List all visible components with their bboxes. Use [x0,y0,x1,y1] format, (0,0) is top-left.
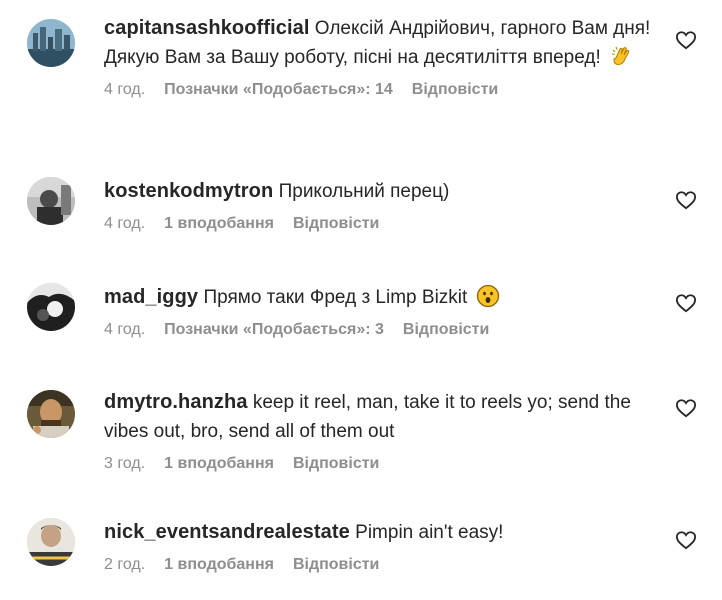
likes-count[interactable]: 1 вподобання [164,215,274,233]
timestamp[interactable]: 2 год. [104,556,145,574]
comment-meta: 4 год. 1 вподобання Відповісти [104,215,664,233]
comment-text: capitansashkoofficial Олексій Андрійович… [104,14,664,72]
username-link[interactable]: kostenkodmytron [104,180,273,202]
reply-button[interactable]: Відповісти [293,556,379,574]
timestamp[interactable]: 4 год. [104,81,145,99]
likes-count[interactable]: Позначки «Подобається»: 14 [164,81,393,99]
heart-icon[interactable] [675,398,697,418]
comment-meta: 4 год. Позначки «Подобається»: 3 Відпові… [104,321,664,339]
username-link[interactable]: dmytro.hanzha [104,391,248,413]
username-link[interactable]: capitansashkoofficial [104,17,310,39]
comment-text: nick_eventsandrealestate Pimpin ain't ea… [104,518,664,547]
timestamp[interactable]: 4 год. [104,321,145,339]
likes-count[interactable]: Позначки «Подобається»: 3 [164,321,384,339]
comment-meta: 2 год. 1 вподобання Відповісти [104,556,664,574]
heart-icon[interactable] [675,530,697,550]
comment-meta: 4 год. Позначки «Подобається»: 14 Відпов… [104,81,664,99]
comment-message: Прямо таки Фред з Limp Bizkit [203,287,468,308]
heart-icon[interactable] [675,293,697,313]
avatar[interactable] [27,390,75,438]
reply-button[interactable]: Відповісти [403,321,489,339]
comment-text: mad_iggy Прямо таки Фред з Limp Bizkit [104,283,664,312]
avatar[interactable] [27,283,75,331]
comment-meta: 3 год. 1 вподобання Відповісти [104,455,664,473]
username-link[interactable]: nick_eventsandrealestate [104,521,350,543]
timestamp[interactable]: 3 год. [104,455,145,473]
comment-text: dmytro.hanzha keep it reel, man, take it… [104,388,664,446]
comment-message: Прикольний перец) [278,181,450,202]
avatar[interactable] [27,518,75,566]
reply-button[interactable]: Відповісти [412,81,498,99]
likes-count[interactable]: 1 вподобання [164,455,274,473]
clapping-hands-emoji [609,44,633,68]
reply-button[interactable]: Відповісти [293,215,379,233]
reply-button[interactable]: Відповісти [293,455,379,473]
likes-count[interactable]: 1 вподобання [164,556,274,574]
heart-icon[interactable] [675,30,697,50]
heart-icon[interactable] [675,190,697,210]
username-link[interactable]: mad_iggy [104,286,198,308]
avatar[interactable] [27,19,75,67]
comment-text: kostenkodmytron Прикольний перец) [104,177,664,206]
comment-message: Pimpin ain't easy! [355,522,504,543]
astonished-face-emoji [476,284,500,308]
timestamp[interactable]: 4 год. [104,215,145,233]
avatar[interactable] [27,177,75,225]
